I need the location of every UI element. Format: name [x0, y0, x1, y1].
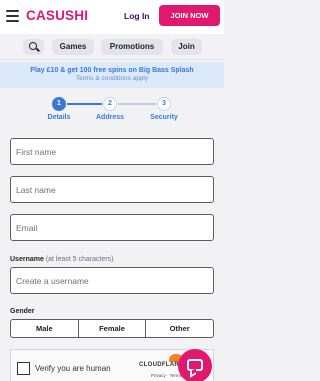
gender-label: Gender [10, 308, 35, 315]
gender-option-female[interactable]: Female [79, 320, 147, 337]
captcha-text: Verify you are human [35, 364, 111, 373]
join-now-button[interactable]: JOIN NOW [159, 5, 220, 26]
captcha-links[interactable]: Privacy · Terms [151, 373, 182, 378]
step-2-circle: 2 [103, 97, 117, 111]
first-name-placeholder: First name [16, 147, 57, 157]
step-connector [118, 103, 156, 105]
username-label: Username (at least 5 characters) [10, 256, 114, 263]
hamburger-menu-icon[interactable] [6, 10, 19, 22]
promo-banner[interactable]: Play £10 & get 100 free spins on Big Bas… [0, 62, 224, 88]
gender-selector: Male Female Other [10, 319, 214, 338]
chat-icon [187, 359, 203, 371]
login-link[interactable]: Log In [124, 11, 150, 21]
gender-option-other[interactable]: Other [146, 320, 213, 337]
brand-logo[interactable]: CASUSHI [26, 8, 88, 23]
email-placeholder: Email [16, 223, 38, 233]
registration-stepper: 1 2 3 Details Address Security [0, 88, 224, 130]
username-hint: (at least 5 characters) [45, 256, 114, 263]
top-header: CASUSHI Log In JOIN NOW [0, 0, 224, 34]
nav-join[interactable]: Join [171, 39, 202, 55]
step-2-label: Address [95, 114, 124, 121]
nav-games[interactable]: Games [52, 39, 94, 55]
gender-option-male[interactable]: Male [11, 320, 79, 337]
step-3-circle: 3 [157, 97, 171, 111]
email-input[interactable]: Email [10, 214, 214, 241]
promo-headline: Play £10 & get 100 free spins on Big Bas… [30, 67, 194, 74]
search-icon [29, 42, 37, 50]
username-label-text: Username [10, 256, 44, 263]
sub-navigation: Games Promotions Join [0, 34, 224, 60]
nav-promotions[interactable]: Promotions [101, 39, 163, 55]
first-name-input[interactable]: First name [10, 138, 214, 165]
last-name-placeholder: Last name [16, 185, 56, 195]
username-input[interactable]: Create a username [10, 267, 214, 294]
step-1-label: Details [47, 114, 71, 121]
search-button[interactable] [23, 39, 44, 55]
cloudflare-logo: CLOUDFLARE [139, 362, 184, 368]
step-3-label: Security [150, 114, 178, 121]
last-name-input[interactable]: Last name [10, 176, 214, 203]
promo-terms[interactable]: Terms & conditions apply [0, 75, 224, 82]
captcha-checkbox[interactable] [17, 362, 30, 375]
step-connector [67, 103, 102, 105]
step-1-circle: 1 [52, 97, 66, 111]
chat-button[interactable] [178, 349, 212, 381]
username-placeholder: Create a username [16, 276, 89, 286]
